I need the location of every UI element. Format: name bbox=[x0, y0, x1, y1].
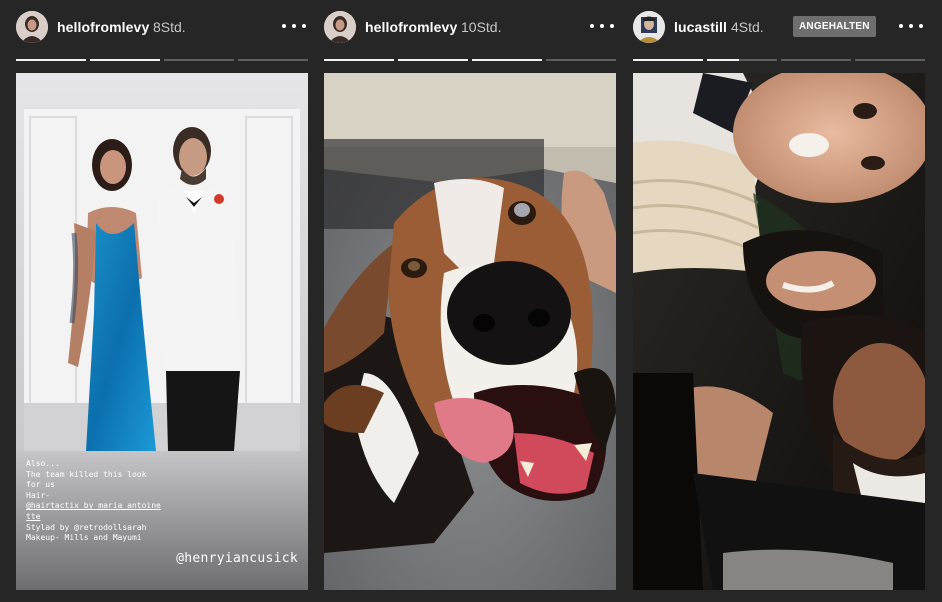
progress-segment bbox=[472, 59, 542, 61]
progress-fill bbox=[16, 59, 86, 61]
progress-segment bbox=[90, 59, 160, 61]
progress-segment bbox=[324, 59, 394, 61]
story-caption: Also... The team killed this look for us… bbox=[26, 459, 296, 544]
story-media[interactable] bbox=[633, 73, 925, 590]
progress-segment bbox=[164, 59, 234, 61]
progress-segment bbox=[633, 59, 703, 61]
story-header: hellofromlevy 8Std. bbox=[16, 10, 308, 44]
progress-fill bbox=[633, 59, 703, 61]
story-header: hellofromlevy 10Std. bbox=[324, 10, 616, 44]
timestamp: 4Std. bbox=[731, 19, 764, 35]
profile-photo-man-icon bbox=[633, 11, 665, 43]
mention-sticker[interactable]: @henryiancusick bbox=[176, 551, 298, 566]
caption-line: Also... bbox=[26, 459, 60, 468]
selfie-photo bbox=[633, 73, 925, 590]
progress-bars bbox=[633, 59, 925, 61]
username[interactable]: hellofromlevy bbox=[57, 19, 149, 35]
paused-badge: ANGEHALTEN bbox=[793, 16, 876, 37]
caption-line: for us bbox=[26, 480, 55, 490]
story-card-2[interactable]: hellofromlevy 10Std. bbox=[324, 0, 616, 602]
more-options-icon[interactable] bbox=[899, 16, 923, 36]
progress-fill bbox=[472, 59, 542, 61]
progress-segment bbox=[16, 59, 86, 61]
story-media[interactable]: Also... The team killed this look for us… bbox=[16, 73, 308, 590]
progress-bars bbox=[16, 59, 308, 61]
caption-mention[interactable]: tte bbox=[26, 512, 40, 521]
more-options-icon[interactable] bbox=[590, 16, 614, 36]
more-options-icon[interactable] bbox=[282, 16, 306, 36]
progress-segment bbox=[398, 59, 468, 61]
story-header: lucastill 4Std. ANGEHALTEN bbox=[633, 10, 925, 44]
caption-mention[interactable]: @hairtactix_by_maria_antoine bbox=[26, 501, 161, 510]
timestamp: 8Std. bbox=[153, 19, 186, 35]
caption-line: Stylad by @retrodollsarah bbox=[26, 522, 147, 532]
avatar[interactable] bbox=[633, 11, 665, 43]
progress-segment bbox=[781, 59, 851, 61]
progress-segment bbox=[546, 59, 616, 61]
progress-fill bbox=[90, 59, 160, 61]
caption-line: The team killed this look bbox=[26, 469, 147, 479]
progress-segment bbox=[707, 59, 777, 61]
timestamp: 10Std. bbox=[461, 19, 502, 35]
username[interactable]: hellofromlevy bbox=[365, 19, 457, 35]
progress-fill bbox=[324, 59, 394, 61]
progress-segment bbox=[855, 59, 925, 61]
story-media[interactable] bbox=[324, 73, 616, 590]
progress-fill bbox=[707, 59, 739, 61]
story-card-1[interactable]: hellofromlevy 8Std. Also... The team kil… bbox=[16, 0, 308, 602]
dog-photo bbox=[324, 73, 616, 590]
caption-line: Makeup- Mills and Mayumi bbox=[26, 533, 142, 543]
story-card-3[interactable]: lucastill 4Std. ANGEHALTEN bbox=[633, 0, 925, 602]
progress-fill bbox=[398, 59, 468, 61]
progress-segment bbox=[238, 59, 308, 61]
avatar[interactable] bbox=[324, 11, 356, 43]
avatar[interactable] bbox=[16, 11, 48, 43]
profile-photo-woman-icon bbox=[16, 11, 48, 43]
progress-bars bbox=[324, 59, 616, 61]
profile-photo-woman-icon bbox=[324, 11, 356, 43]
username[interactable]: lucastill bbox=[674, 19, 727, 35]
caption-line: Hair- bbox=[26, 490, 51, 500]
